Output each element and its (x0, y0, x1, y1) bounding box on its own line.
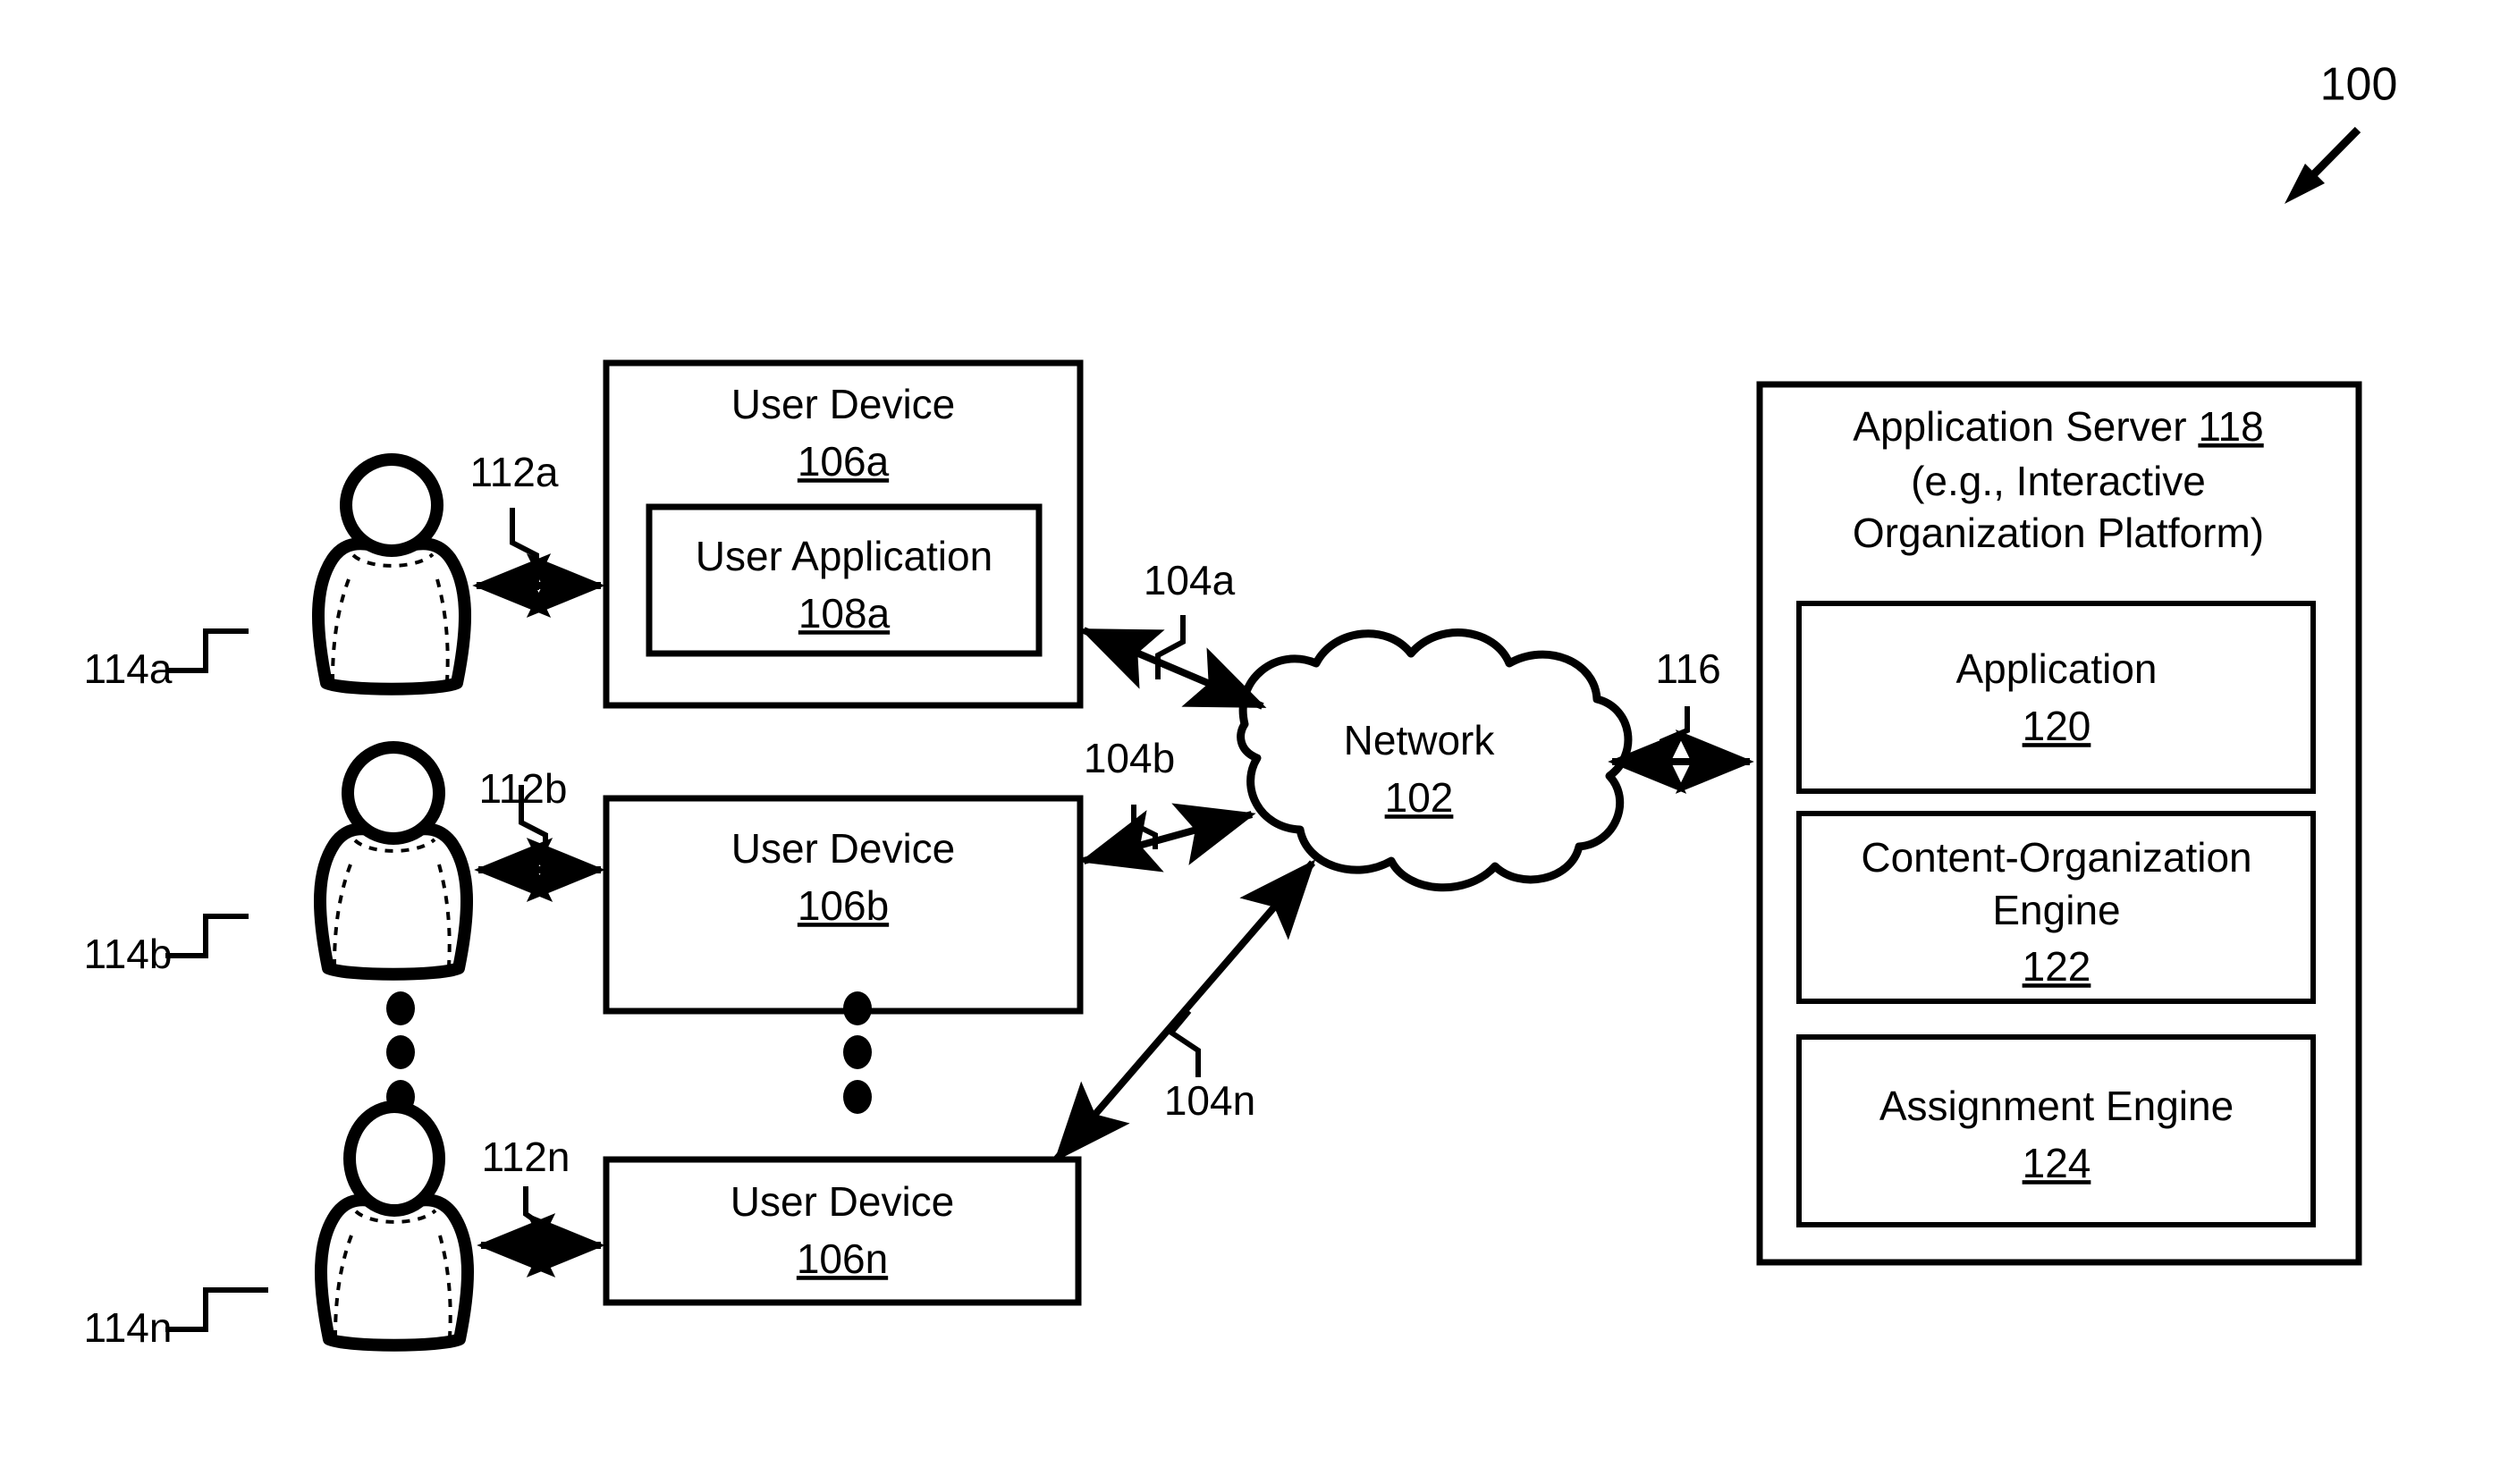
user-device-106a-ref: 106a (798, 438, 890, 485)
connector-104n-label: 104n (1164, 1077, 1255, 1124)
connector-104b: 104b (1079, 735, 1256, 873)
network-cloud: Network 102 (1237, 628, 1633, 892)
user-person-a: 114a (84, 453, 472, 696)
user-n-leader-line (165, 1287, 268, 1332)
user-a-device-link: 112a (470, 449, 605, 618)
user-device-106a-title: User Device (731, 381, 956, 427)
server-component-content-organization-engine-122: Content-Organization Engine 122 (1796, 811, 2316, 1004)
application-server-118: Application Server 118 (e.g., Interactiv… (1756, 381, 2362, 1266)
connector-116-label: 116 (1655, 645, 1720, 692)
user-a-ref-label: 114a (84, 645, 173, 692)
connector-104n: 104n (1053, 859, 1316, 1162)
user-b-device-link: 112b (474, 765, 605, 902)
component-124-ref: 124 (2023, 1140, 2091, 1186)
application-server-title: Application Server 118 (1853, 403, 2263, 450)
connector-116-leader-line (1660, 706, 1690, 767)
connector-104a-label: 104a (1144, 557, 1236, 603)
user-device-106n-ref: 106n (797, 1235, 888, 1282)
connector-116: 116 (1608, 645, 1754, 794)
component-124-title: Assignment Engine (1879, 1083, 2234, 1129)
user-person-n: 114n (84, 1100, 475, 1352)
link-112a-leader-line (510, 508, 539, 590)
user-device-106n: User Device 106n (603, 1156, 1082, 1306)
user-device-106b-title: User Device (731, 825, 956, 872)
patent-figure-root: 100 114a 112a User Device 106a User Appl… (0, 0, 2517, 1484)
user-device-106b: User Device 106b (603, 795, 1084, 1015)
component-122-title-line2: Engine (1992, 887, 2120, 933)
figure-number: 100 (2320, 59, 2398, 111)
user-application-108a-title: User Application (696, 533, 992, 579)
user-a-leader-line (165, 628, 249, 673)
component-120-title: Application (1955, 645, 2157, 692)
server-component-application-120: Application 120 (1796, 601, 2316, 794)
user-n-ref-label: 114n (84, 1304, 173, 1351)
user-person-icon (311, 453, 472, 696)
user-device-106a: User Device 106a User Application 108a (603, 359, 1084, 709)
link-112a-label: 112a (470, 449, 559, 495)
link-112n-label: 112n (482, 1134, 570, 1180)
user-b-leader-line (165, 914, 249, 958)
system-architecture-diagram: 100 114a 112a User Device 106a User Appl… (84, 59, 2397, 1352)
user-person-b: 114b (84, 741, 474, 981)
user-person-icon (314, 1100, 475, 1352)
connector-104a: 104a (1079, 557, 1267, 710)
user-device-106n-title: User Device (731, 1178, 955, 1225)
component-122-title-line1: Content-Organization (1861, 834, 2251, 881)
network-ref: 102 (1385, 774, 1454, 821)
application-server-subtitle-line2: Organization Platform) (1853, 510, 2264, 556)
devices-column-ellipsis-icon (843, 991, 872, 1114)
user-person-icon (313, 741, 474, 981)
application-server-ref: 118 (2198, 403, 2263, 450)
user-device-106b-ref: 106b (798, 882, 889, 929)
users-column-ellipsis-icon (386, 991, 415, 1114)
connector-104b-label: 104b (1084, 735, 1175, 781)
application-server-title-text: Application Server (1853, 403, 2186, 450)
server-component-assignment-engine-124: Assignment Engine 124 (1796, 1034, 2316, 1227)
user-n-device-link: 112n (477, 1134, 605, 1277)
user-application-108a-ref: 108a (798, 590, 891, 637)
network-title: Network (1344, 717, 1496, 763)
figure-callout-arrow-icon (2285, 126, 2361, 204)
component-120-ref: 120 (2023, 703, 2091, 749)
link-112b-label: 112b (479, 765, 568, 812)
component-122-ref: 122 (2023, 943, 2091, 990)
user-b-ref-label: 114b (84, 931, 173, 977)
application-server-subtitle-line1: (e.g., Interactive (1911, 458, 2206, 504)
figure-number-callout: 100 (2285, 59, 2397, 204)
link-112n-leader-line (523, 1186, 546, 1250)
